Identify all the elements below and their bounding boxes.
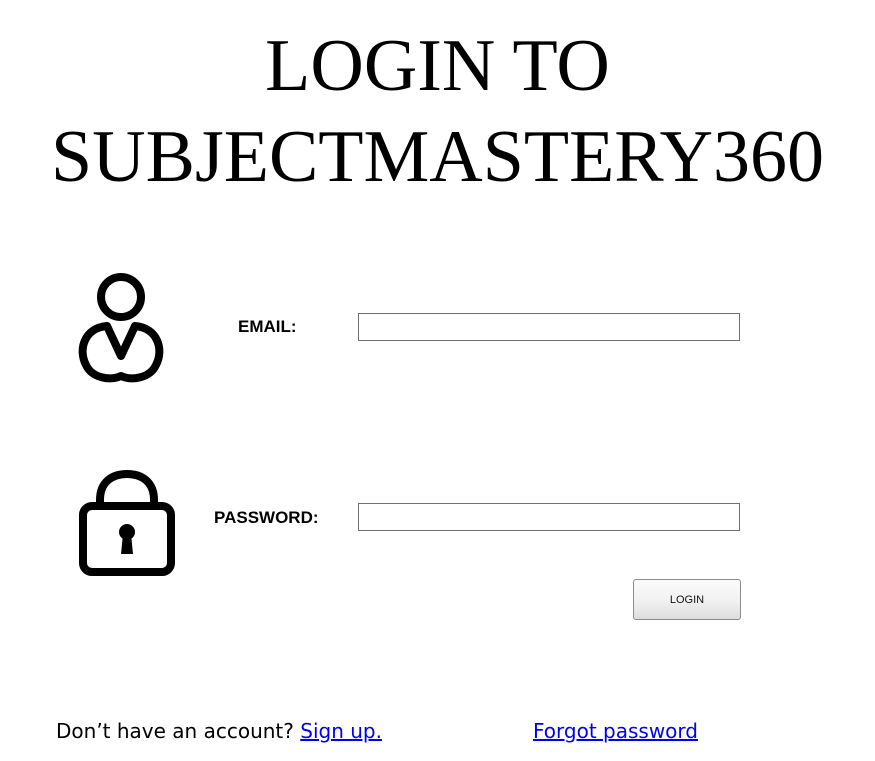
email-label: EMAIL: — [238, 317, 297, 336]
signup-prompt: Don’t have an account? Sign up. — [56, 718, 382, 744]
login-button[interactable]: LOGIN — [633, 579, 741, 620]
user-icon — [76, 270, 166, 386]
signup-link[interactable]: Sign up. — [300, 719, 382, 743]
signup-prompt-text: Don’t have an account? — [56, 719, 294, 743]
password-field[interactable] — [358, 503, 740, 531]
password-label: PASSWORD: — [214, 508, 319, 527]
page-title-line-1: LOGIN TO — [265, 25, 610, 107]
email-field[interactable] — [358, 313, 740, 341]
lock-icon — [79, 470, 175, 576]
forgot-password-link[interactable]: Forgot password — [533, 718, 698, 744]
page-title-line-2: SUBJECTMASTERY360 — [50, 116, 825, 198]
